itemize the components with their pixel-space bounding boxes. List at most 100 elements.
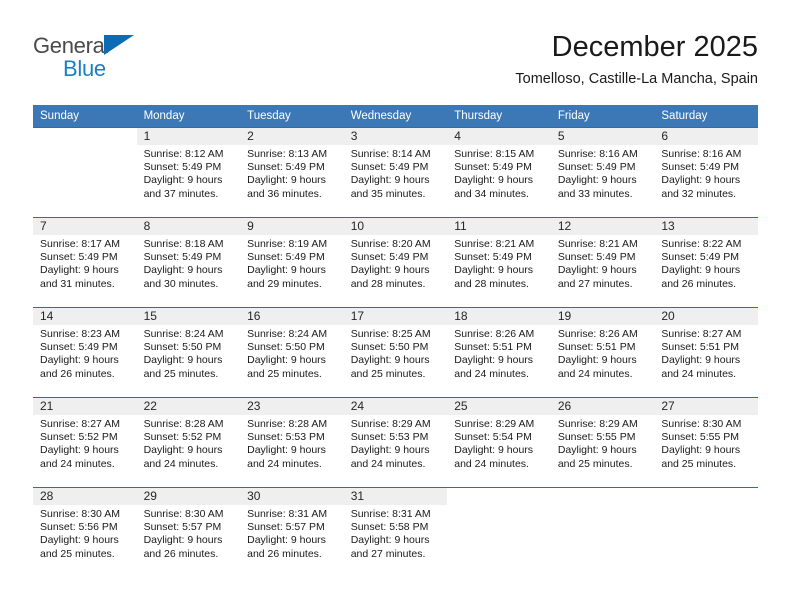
calendar-day-cell[interactable]: 16 Sunrise: 8:24 AM Sunset: 5:50 PM Dayligh… — [240, 307, 344, 397]
calendar-day-cell[interactable]: 19 Sunrise: 8:26 AM Sunset: 5:51 PM Dayligh… — [550, 307, 655, 397]
sunset-text: Sunset: 5:49 PM — [557, 251, 636, 264]
page-header: General Blue December 2025 Tomelloso, Ca… — [33, 30, 758, 98]
sunrise-text: Sunrise: 8:28 AM — [247, 418, 328, 430]
day-details: Sunrise: 8:19 AM Sunset: 5:49 PM Daylight:… — [240, 235, 344, 291]
daylight-text-line1: Daylight: 9 hours — [557, 174, 637, 187]
calendar-day-cell[interactable]: 27 Sunrise: 8:30 AM Sunset: 5:55 PM Dayligh… — [654, 397, 758, 487]
sunset-text: Sunset: 5:53 PM — [247, 431, 325, 444]
day-details: Sunrise: 8:14 AM Sunset: 5:49 PM Daylight:… — [344, 145, 448, 201]
calendar-day-cell[interactable]: 11 Sunrise: 8:21 AM Sunset: 5:49 PM Dayligh… — [447, 217, 551, 307]
sunset-text: Sunset: 5:55 PM — [557, 431, 636, 444]
day-details: Sunrise: 8:29 AM Sunset: 5:55 PM Daylight:… — [551, 415, 655, 471]
daylight-text-line2: and 27 minutes. — [557, 277, 633, 290]
calendar-day-cell[interactable]: 23 Sunrise: 8:28 AM Sunset: 5:53 PM Dayligh… — [240, 397, 344, 487]
calendar-day-cell[interactable]: 14 Sunrise: 8:23 AM Sunset: 5:49 PM Dayligh… — [33, 307, 137, 397]
day-details: Sunrise: 8:30 AM Sunset: 5:55 PM Daylight:… — [654, 415, 758, 471]
calendar-day-cell[interactable]: 29 Sunrise: 8:30 AM Sunset: 5:57 PM Dayligh… — [136, 487, 241, 577]
day-details: Sunrise: 8:24 AM Sunset: 5:50 PM Daylight:… — [240, 325, 344, 381]
day-details: Sunrise: 8:26 AM Sunset: 5:51 PM Daylight:… — [551, 325, 655, 381]
day-cell-inner: 22 Sunrise: 8:28 AM Sunset: 5:52 PM Dayligh… — [136, 397, 241, 487]
daylight-text-line2: and 36 minutes. — [247, 187, 322, 200]
day-details: Sunrise: 8:18 AM Sunset: 5:49 PM Daylight:… — [137, 235, 241, 291]
sunrise-text: Sunrise: 8:22 AM — [661, 238, 742, 250]
day-cell-inner: 18 Sunrise: 8:26 AM Sunset: 5:51 PM Dayligh… — [447, 307, 551, 397]
daylight-text-line2: and 24 minutes. — [661, 367, 737, 380]
day-details: Sunrise: 8:15 AM Sunset: 5:49 PM Daylight:… — [447, 145, 551, 201]
daylight-text-line1: Daylight: 9 hours — [454, 444, 534, 457]
sunset-text: Sunset: 5:49 PM — [40, 251, 118, 264]
day-number: 16 — [240, 308, 344, 325]
sunrise-text: Sunrise: 8:29 AM — [350, 418, 431, 430]
calendar-day-cell[interactable]: 4 Sunrise: 8:15 AM Sunset: 5:49 PM Daylight… — [447, 127, 551, 217]
day-details: Sunrise: 8:28 AM Sunset: 5:53 PM Daylight:… — [240, 415, 344, 471]
day-cell-inner: 19 Sunrise: 8:26 AM Sunset: 5:51 PM Dayligh… — [550, 307, 655, 397]
day-cell-inner: 13 Sunrise: 8:22 AM Sunset: 5:49 PM Dayligh… — [654, 217, 758, 307]
daylight-text-line2: and 25 minutes. — [143, 367, 219, 380]
daylight-text-line2: and 26 minutes. — [661, 277, 737, 290]
day-details: Sunrise: 8:25 AM Sunset: 5:50 PM Daylight:… — [344, 325, 448, 381]
calendar-day-cell[interactable]: 31 Sunrise: 8:31 AM Sunset: 5:58 PM Dayligh… — [343, 487, 448, 577]
calendar-day-cell[interactable]: 30 Sunrise: 8:31 AM Sunset: 5:57 PM Dayligh… — [240, 487, 344, 577]
calendar-day-cell[interactable]: 18 Sunrise: 8:26 AM Sunset: 5:51 PM Dayligh… — [447, 307, 551, 397]
sunset-text: Sunset: 5:49 PM — [247, 161, 325, 174]
calendar-week-row: 28 Sunrise: 8:30 AM Sunset: 5:56 PM Dayligh… — [33, 487, 758, 577]
sunset-text: Sunset: 5:50 PM — [143, 341, 222, 354]
calendar-week-row: 7 Sunrise: 8:17 AM Sunset: 5:49 PM Daylight… — [33, 217, 758, 307]
day-details: Sunrise: 8:27 AM Sunset: 5:52 PM Daylight:… — [33, 415, 137, 471]
calendar-day-cell[interactable]: 12 Sunrise: 8:21 AM Sunset: 5:49 PM Dayligh… — [550, 217, 655, 307]
calendar-day-cell[interactable]: 13 Sunrise: 8:22 AM Sunset: 5:49 PM Dayligh… — [654, 217, 758, 307]
daylight-text-line1: Daylight: 9 hours — [40, 534, 119, 547]
calendar-day-cell[interactable]: 1 Sunrise: 8:12 AM Sunset: 5:49 PM Daylight… — [136, 127, 241, 217]
calendar-day-cell[interactable]: 2 Sunrise: 8:13 AM Sunset: 5:49 PM Daylight… — [240, 127, 344, 217]
day-number: 31 — [343, 488, 448, 505]
day-details: Sunrise: 8:23 AM Sunset: 5:49 PM Daylight:… — [33, 325, 137, 381]
sunrise-text: Sunrise: 8:24 AM — [143, 328, 224, 340]
calendar-day-cell[interactable]: 15 Sunrise: 8:24 AM Sunset: 5:50 PM Dayligh… — [136, 307, 241, 397]
calendar-day-cell[interactable]: 28 Sunrise: 8:30 AM Sunset: 5:56 PM Dayligh… — [33, 487, 137, 577]
sunrise-text: Sunrise: 8:27 AM — [661, 328, 742, 340]
sunrise-text: Sunrise: 8:19 AM — [247, 238, 328, 250]
daylight-text-line2: and 31 minutes. — [40, 277, 115, 290]
sunset-text: Sunset: 5:53 PM — [350, 431, 429, 444]
calendar-day-cell[interactable]: 22 Sunrise: 8:28 AM Sunset: 5:52 PM Dayligh… — [136, 397, 241, 487]
calendar-day-cell[interactable]: 6 Sunrise: 8:16 AM Sunset: 5:49 PM Daylight… — [654, 127, 758, 217]
daylight-text-line1: Daylight: 9 hours — [350, 264, 430, 277]
day-details: Sunrise: 8:29 AM Sunset: 5:54 PM Daylight:… — [447, 415, 551, 471]
calendar-day-cell[interactable]: 8 Sunrise: 8:18 AM Sunset: 5:49 PM Daylight… — [136, 217, 241, 307]
day-number: 25 — [447, 398, 551, 415]
day-details: Sunrise: 8:20 AM Sunset: 5:49 PM Daylight:… — [344, 235, 448, 291]
sunrise-text: Sunrise: 8:24 AM — [247, 328, 328, 340]
day-number: 23 — [240, 398, 344, 415]
daylight-text-line2: and 24 minutes. — [557, 367, 633, 380]
page-title: December 2025 — [551, 31, 758, 63]
weekday-header-monday: Monday — [136, 105, 241, 127]
sunset-text: Sunset: 5:49 PM — [40, 341, 118, 354]
calendar-day-cell[interactable]: 5 Sunrise: 8:16 AM Sunset: 5:49 PM Daylight… — [550, 127, 655, 217]
day-cell-inner — [550, 487, 655, 577]
sunset-text: Sunset: 5:51 PM — [661, 341, 740, 354]
calendar-day-cell[interactable]: 24 Sunrise: 8:29 AM Sunset: 5:53 PM Dayligh… — [343, 397, 448, 487]
sunset-text: Sunset: 5:58 PM — [350, 521, 429, 534]
sunset-text: Sunset: 5:52 PM — [40, 431, 118, 444]
calendar-day-cell[interactable]: 25 Sunrise: 8:29 AM Sunset: 5:54 PM Dayligh… — [447, 397, 551, 487]
calendar-day-cell[interactable]: 7 Sunrise: 8:17 AM Sunset: 5:49 PM Daylight… — [33, 217, 137, 307]
calendar-day-cell[interactable]: 20 Sunrise: 8:27 AM Sunset: 5:51 PM Dayligh… — [654, 307, 758, 397]
calendar-day-cell[interactable]: 21 Sunrise: 8:27 AM Sunset: 5:52 PM Dayligh… — [33, 397, 137, 487]
calendar-day-cell[interactable]: 10 Sunrise: 8:20 AM Sunset: 5:49 PM Dayligh… — [343, 217, 448, 307]
sunrise-text: Sunrise: 8:18 AM — [143, 238, 224, 250]
calendar-day-cell[interactable]: 3 Sunrise: 8:14 AM Sunset: 5:49 PM Daylight… — [343, 127, 448, 217]
daylight-text-line2: and 25 minutes. — [350, 367, 426, 380]
day-details: Sunrise: 8:21 AM Sunset: 5:49 PM Daylight:… — [447, 235, 551, 291]
day-number: 24 — [343, 398, 448, 415]
calendar-day-cell[interactable]: 9 Sunrise: 8:19 AM Sunset: 5:49 PM Daylight… — [240, 217, 344, 307]
calendar-day-cell[interactable]: 17 Sunrise: 8:25 AM Sunset: 5:50 PM Dayligh… — [343, 307, 448, 397]
sunrise-text: Sunrise: 8:13 AM — [247, 148, 328, 160]
day-cell-inner: 21 Sunrise: 8:27 AM Sunset: 5:52 PM Dayligh… — [33, 397, 137, 487]
calendar-day-cell[interactable]: 26 Sunrise: 8:29 AM Sunset: 5:55 PM Dayligh… — [550, 397, 655, 487]
day-cell-inner: 26 Sunrise: 8:29 AM Sunset: 5:55 PM Dayligh… — [550, 397, 655, 487]
calendar-body: 1 Sunrise: 8:12 AM Sunset: 5:49 PM Daylight… — [33, 127, 758, 577]
calendar-week-row: 21 Sunrise: 8:27 AM Sunset: 5:52 PM Dayligh… — [33, 397, 758, 487]
day-cell-inner: 28 Sunrise: 8:30 AM Sunset: 5:56 PM Dayligh… — [33, 487, 137, 577]
daylight-text-line1: Daylight: 9 hours — [661, 264, 741, 277]
daylight-text-line1: Daylight: 9 hours — [661, 174, 741, 187]
